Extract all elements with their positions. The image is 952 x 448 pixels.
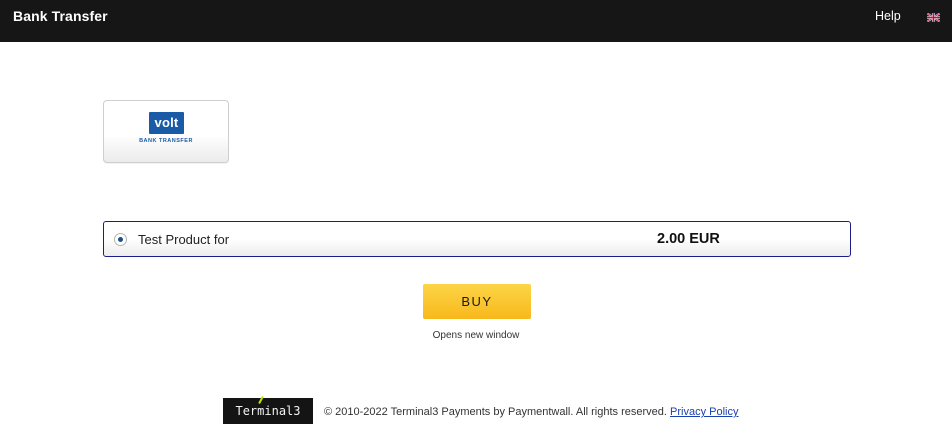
help-link[interactable]: Help: [875, 9, 901, 23]
footer-copyright: © 2010-2022 Terminal3 Payments by Paymen…: [324, 406, 739, 418]
uk-flag-icon[interactable]: [927, 13, 940, 22]
page-title: Bank Transfer: [13, 8, 108, 24]
volt-logo: volt: [149, 112, 184, 134]
volt-logo-text: volt: [154, 115, 179, 130]
product-radio[interactable]: [114, 233, 127, 246]
logo-accent-mark: [258, 395, 264, 405]
product-option[interactable]: Test Product for 2.00 EUR: [103, 221, 851, 257]
opens-new-window-note: Opens new window: [432, 330, 520, 341]
top-bar: Bank Transfer Help: [0, 0, 952, 42]
product-name: Test Product for: [138, 232, 230, 247]
privacy-policy-link[interactable]: Privacy Policy: [670, 406, 738, 418]
payment-method-volt[interactable]: volt BANK TRANSFER: [103, 100, 229, 163]
product-price: 2.00 EUR: [657, 231, 720, 247]
copyright-text: © 2010-2022 Terminal3 Payments by Paymen…: [324, 406, 667, 418]
terminal3-logo: Terminal3: [223, 395, 313, 424]
terminal3-logo-text: Terminal3: [235, 404, 301, 418]
buy-button[interactable]: BUY: [423, 284, 531, 319]
volt-subtitle: BANK TRANSFER: [139, 138, 193, 144]
